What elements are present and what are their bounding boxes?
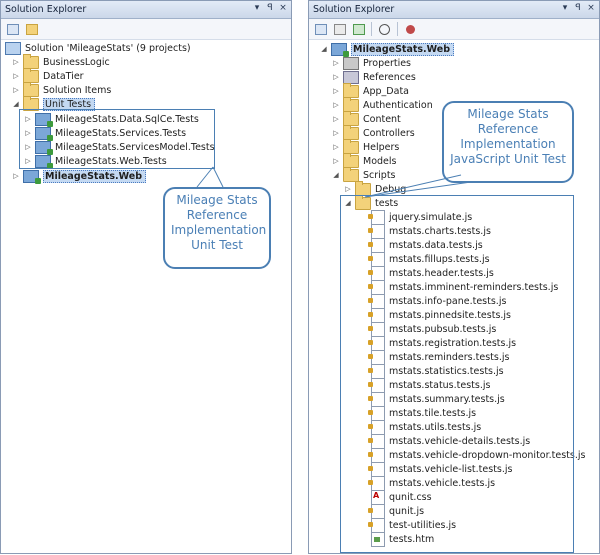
- callout-pointer: [196, 166, 224, 188]
- callout-pointer: [364, 174, 472, 198]
- solution-explorer-right: Solution Explorer ▾ ꟼ × ◢ MileageStats.W…: [308, 0, 600, 554]
- solution-explorer-left: Solution Explorer ▾ ꟼ × Solution 'Mileag…: [0, 0, 292, 554]
